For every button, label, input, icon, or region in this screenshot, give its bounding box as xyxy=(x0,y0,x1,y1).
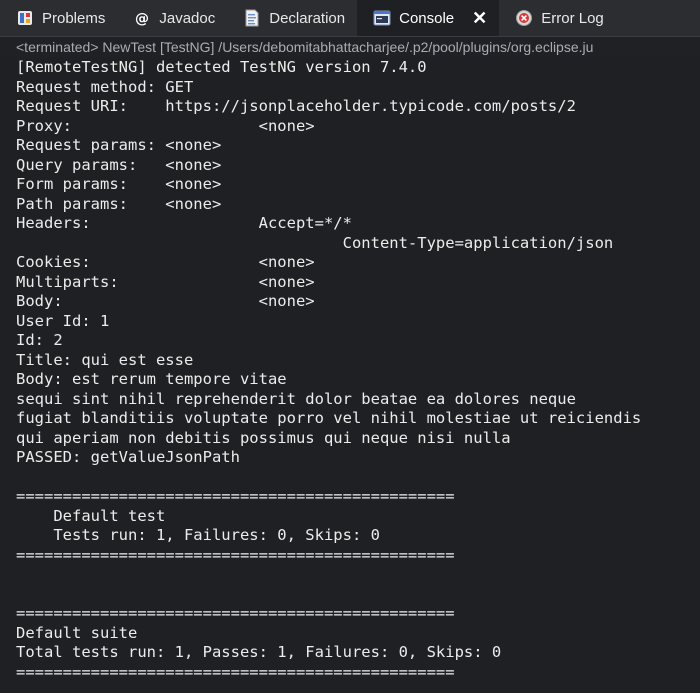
tab-javadoc[interactable]: @ Javadoc xyxy=(117,0,227,36)
console-line: Multiparts: <none> xyxy=(16,272,315,291)
tab-console[interactable]: Console ✕ xyxy=(357,0,500,36)
console-line: [RemoteTestNG] detected TestNG version 7… xyxy=(16,58,427,76)
console-line: Proxy: <none> xyxy=(16,116,315,135)
tab-label-declaration: Declaration xyxy=(269,9,346,27)
console-line: Request URI: https://jsonplaceholder.typ… xyxy=(16,97,576,115)
console-line: Total tests run: 1, Passes: 1, Failures:… xyxy=(16,643,502,661)
console-line: Path params: <none> xyxy=(16,194,222,213)
console-line: Body: est rerum tempore vitae xyxy=(16,370,287,388)
console-line: qui aperiam non debitis possimus qui neq… xyxy=(16,428,511,447)
console-line: fugiat blanditiis voluptate porro vel ni… xyxy=(16,409,642,427)
tab-error-log[interactable]: Error Log xyxy=(499,0,616,36)
console-line: sequi sint nihil reprehenderit dolor bea… xyxy=(16,389,576,408)
console-icon xyxy=(373,9,391,27)
console-line: Headers: Accept=*/* xyxy=(16,214,352,232)
console-text: [RemoteTestNG] detected TestNG version 7… xyxy=(16,58,641,682)
console-line: ========================================… xyxy=(16,487,455,505)
console-line: Default suite xyxy=(16,623,138,642)
declaration-icon xyxy=(243,9,261,27)
console-line: ========================================… xyxy=(16,604,455,622)
console-line: ========================================… xyxy=(16,545,455,564)
console-line: Content-Type=application/json xyxy=(16,233,614,252)
tab-label-javadoc: Javadoc xyxy=(159,9,216,27)
eclipse-console-view: Problems @ Javadoc Declaration Console ✕… xyxy=(0,0,700,693)
tab-label-problems: Problems xyxy=(42,9,106,27)
console-output[interactable]: [RemoteTestNG] detected TestNG version 7… xyxy=(0,57,700,693)
console-line: Request method: GET xyxy=(16,77,194,96)
launch-status: <terminated> NewTest [TestNG] /Users/deb… xyxy=(0,37,700,57)
console-line: Query params: <none> xyxy=(16,155,222,174)
error-log-icon xyxy=(515,9,533,27)
tab-declaration[interactable]: Declaration xyxy=(227,0,357,36)
console-line: Request params: <none> xyxy=(16,136,222,154)
console-line: Tests run: 1, Failures: 0, Skips: 0 xyxy=(16,526,380,544)
console-line: Body: <none> xyxy=(16,292,315,310)
tab-label-console: Console xyxy=(399,9,455,27)
tab-problems[interactable]: Problems xyxy=(0,0,117,36)
console-line: Form params: <none> xyxy=(16,175,222,193)
svg-text:@: @ xyxy=(135,11,149,26)
tab-label-error-log: Error Log xyxy=(541,9,604,27)
console-line: Id: 2 xyxy=(16,331,63,349)
javadoc-icon: @ xyxy=(133,9,151,27)
console-line: ========================================… xyxy=(16,662,455,681)
view-tab-bar: Problems @ Javadoc Declaration Console ✕… xyxy=(0,0,700,37)
close-icon[interactable]: ✕ xyxy=(472,9,487,27)
console-line: Title: qui est esse xyxy=(16,350,194,369)
console-line: User Id: 1 xyxy=(16,311,110,330)
console-line: Default test xyxy=(16,506,166,525)
console-line: PASSED: getValueJsonPath xyxy=(16,448,240,466)
problems-icon xyxy=(16,9,34,27)
console-line: Cookies: <none> xyxy=(16,253,315,271)
